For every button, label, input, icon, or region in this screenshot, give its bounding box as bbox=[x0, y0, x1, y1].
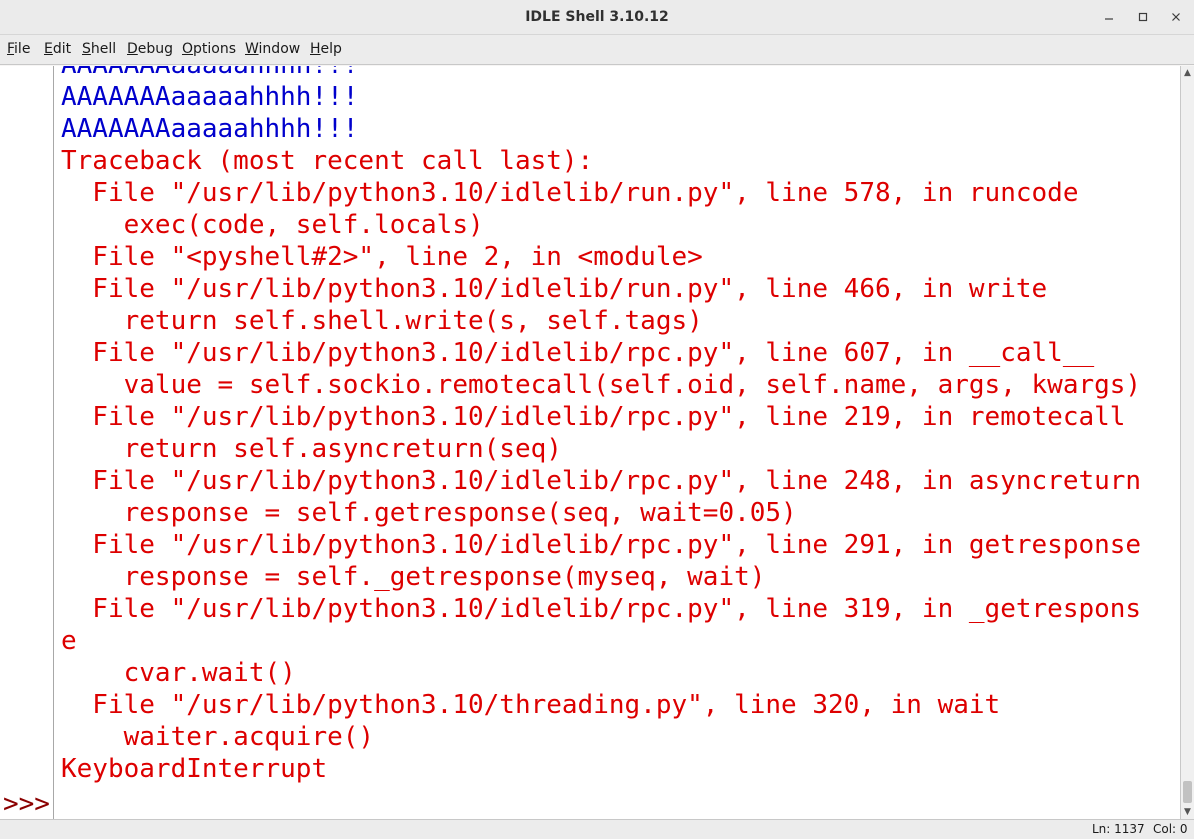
traceback-line: response = self.getresponse(seq, wait=0.… bbox=[61, 498, 797, 528]
traceback-line: File "<pyshell#2>", line 2, in <module> bbox=[61, 242, 703, 272]
stdout-line: AAAAAAAaaaaahhhh!!! bbox=[61, 82, 359, 112]
shell-area: >>> AAAAAAAaaaaahhhh!!! AAAAAAAaaaaahhhh!… bbox=[0, 66, 1194, 819]
menu-bar: File Edit Shell Debug Options Window Hel… bbox=[0, 35, 1194, 65]
menu-help-mnemonic: H bbox=[310, 41, 321, 57]
menu-help[interactable]: Help bbox=[310, 41, 342, 57]
scroll-up-icon[interactable]: ▲ bbox=[1181, 66, 1194, 80]
status-bar: Ln: 1137 Col: 0 bbox=[0, 819, 1194, 839]
traceback-line: response = self._getresponse(myseq, wait… bbox=[61, 562, 766, 592]
close-icon[interactable] bbox=[1160, 0, 1192, 35]
traceback-line: File "/usr/lib/python3.10/idlelib/rpc.py… bbox=[61, 338, 1095, 368]
traceback-line: File "/usr/lib/python3.10/idlelib/rpc.py… bbox=[61, 466, 1142, 496]
traceback-line: File "/usr/lib/python3.10/idlelib/run.py… bbox=[61, 178, 1079, 208]
traceback-line: File "/usr/lib/python3.10/threading.py",… bbox=[61, 690, 1001, 720]
scroll-down-icon[interactable]: ▼ bbox=[1181, 805, 1194, 819]
traceback-line: return self.asyncreturn(seq) bbox=[61, 434, 562, 464]
menu-shell-label: hell bbox=[90, 41, 117, 57]
vertical-scrollbar[interactable]: ▲ ▼ bbox=[1180, 66, 1194, 819]
menu-file-label: ile bbox=[14, 41, 31, 57]
menu-file[interactable]: File bbox=[7, 41, 30, 57]
menu-help-label: elp bbox=[320, 41, 342, 57]
shell-prompt: >>> bbox=[3, 789, 50, 819]
stdout-line: AAAAAAAaaaaahhhh!!! bbox=[61, 66, 1141, 81]
menu-file-mnemonic: F bbox=[7, 41, 15, 57]
menu-debug[interactable]: Debug bbox=[127, 41, 173, 57]
traceback-line: value = self.sockio.remotecall(self.oid,… bbox=[61, 370, 1142, 400]
menu-edit-mnemonic: E bbox=[44, 41, 53, 57]
traceback-line: waiter.acquire() bbox=[61, 722, 375, 752]
menu-shell-mnemonic: S bbox=[82, 41, 91, 57]
minimize-icon[interactable] bbox=[1093, 0, 1125, 35]
traceback-line: File "/usr/lib/python3.10/idlelib/rpc.py… bbox=[61, 530, 1142, 560]
menu-debug-mnemonic: D bbox=[127, 41, 138, 57]
traceback-line: File "/usr/lib/python3.10/idlelib/run.py… bbox=[61, 274, 1048, 304]
traceback-line: File "/usr/lib/python3.10/idlelib/rpc.py… bbox=[61, 594, 1142, 624]
status-line-number: Ln: 1137 bbox=[1092, 822, 1145, 836]
menu-edit-label: dit bbox=[52, 41, 72, 57]
stdout-line: AAAAAAAaaaaahhhh!!! bbox=[61, 114, 359, 144]
menu-window[interactable]: Window bbox=[245, 41, 300, 57]
menu-options-mnemonic: O bbox=[182, 41, 194, 57]
menu-options-label: ptions bbox=[193, 41, 237, 57]
window-title: IDLE Shell 3.10.12 bbox=[525, 9, 669, 25]
traceback-line: cvar.wait() bbox=[61, 658, 296, 688]
status-column-number: Col: 0 bbox=[1153, 822, 1188, 836]
prompt-gutter: >>> bbox=[0, 66, 54, 819]
shell-text-area[interactable]: AAAAAAAaaaaahhhh!!!AAAAAAAaaaaahhhh!!!AA… bbox=[54, 66, 1180, 819]
menu-window-mnemonic: W bbox=[245, 41, 259, 57]
menu-options[interactable]: Options bbox=[182, 41, 236, 57]
idle-shell-window: IDLE Shell 3.10.12 File Edit Shell Debug… bbox=[0, 0, 1194, 839]
traceback-line: KeyboardInterrupt bbox=[61, 754, 328, 784]
menu-window-label: indow bbox=[258, 41, 301, 57]
scroll-thumb[interactable] bbox=[1183, 781, 1192, 803]
menu-shell[interactable]: Shell bbox=[82, 41, 116, 57]
traceback-line: return self.shell.write(s, self.tags) bbox=[61, 306, 703, 336]
shell-output: AAAAAAAaaaaahhhh!!!AAAAAAAaaaaahhhh!!!AA… bbox=[61, 66, 1141, 785]
menu-edit[interactable]: Edit bbox=[44, 41, 71, 57]
menu-debug-label: ebug bbox=[137, 41, 174, 57]
traceback-line: exec(code, self.locals) bbox=[61, 210, 484, 240]
maximize-icon[interactable] bbox=[1127, 0, 1159, 35]
traceback-line: Traceback (most recent call last): bbox=[61, 146, 594, 176]
title-bar[interactable]: IDLE Shell 3.10.12 bbox=[0, 0, 1194, 35]
traceback-line: e bbox=[61, 626, 77, 656]
traceback-line: File "/usr/lib/python3.10/idlelib/rpc.py… bbox=[61, 402, 1126, 432]
